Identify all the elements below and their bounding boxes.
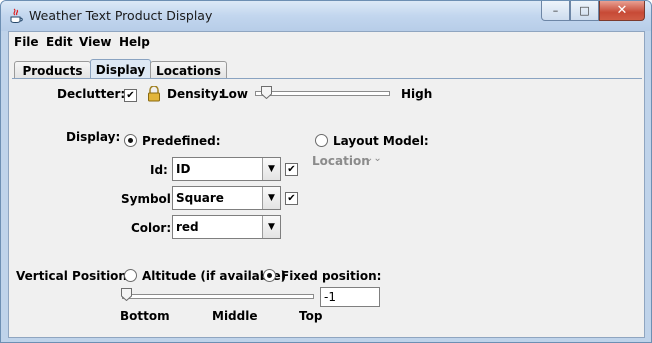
top-label: Top xyxy=(299,309,323,323)
altitude-radio[interactable] xyxy=(124,269,137,282)
location-label: Location xyxy=(312,154,370,168)
density-high-label: High xyxy=(401,87,433,101)
density-slider[interactable] xyxy=(255,91,390,96)
id-combo-value: ID xyxy=(176,162,191,176)
chevron-down-icon[interactable]: ▼ xyxy=(262,187,280,209)
title-bar[interactable]: Weather Text Product Display – □ ✕ xyxy=(1,1,651,31)
bottom-label: Bottom xyxy=(120,309,170,323)
chevron-down-icon[interactable]: ▼ xyxy=(262,216,280,238)
checkmark-icon: ✔ xyxy=(287,193,296,204)
declutter-label: Declutter: xyxy=(57,87,126,101)
close-button[interactable]: ✕ xyxy=(599,1,645,21)
id-combo[interactable]: ID ▼ xyxy=(172,157,281,181)
fixed-position-input[interactable]: -1 xyxy=(320,287,380,307)
fixed-position-radio[interactable] xyxy=(263,269,276,282)
color-combo-value: red xyxy=(176,220,199,234)
color-label: Color: xyxy=(131,221,172,235)
tab-locations-label: Locations xyxy=(156,63,221,78)
lock-icon[interactable] xyxy=(147,86,161,102)
maximize-icon: □ xyxy=(579,4,590,17)
display-label: Display: xyxy=(66,130,121,144)
tab-products[interactable]: Products xyxy=(14,61,91,79)
double-chevron-down-icon[interactable]: ⌄⌄ xyxy=(365,153,382,164)
symbol-checkbox[interactable]: ✔ xyxy=(285,192,298,205)
density-label: Density: xyxy=(167,87,224,101)
symbol-combo[interactable]: Square ▼ xyxy=(172,186,281,210)
predefined-label: Predefined: xyxy=(142,134,221,148)
symbol-combo-value: Square xyxy=(176,191,224,205)
minimize-button[interactable]: – xyxy=(541,1,570,21)
density-slider-thumb[interactable] xyxy=(261,86,272,99)
fixed-position-label: Fixed position: xyxy=(281,269,382,283)
chevron-down-icon[interactable]: ▼ xyxy=(262,158,280,180)
symbol-label: Symbol: xyxy=(121,192,176,206)
client-area: File Edit View Help Products Display Loc… xyxy=(8,31,645,338)
java-icon xyxy=(10,8,23,23)
density-low-label: Low xyxy=(221,87,248,101)
tab-display-label: Display xyxy=(95,62,146,77)
layout-model-radio[interactable] xyxy=(315,134,328,147)
menu-view[interactable]: View xyxy=(79,35,111,49)
color-combo[interactable]: red ▼ xyxy=(172,215,281,239)
checkmark-icon: ✔ xyxy=(126,90,135,101)
app-window: Weather Text Product Display – □ ✕ File … xyxy=(0,0,652,343)
predefined-radio[interactable] xyxy=(124,134,137,147)
id-label: Id: xyxy=(150,163,168,177)
layout-model-label: Layout Model: xyxy=(333,134,429,148)
tab-locations[interactable]: Locations xyxy=(150,61,227,79)
middle-label: Middle xyxy=(212,309,258,323)
vertical-slider-thumb[interactable] xyxy=(121,288,132,301)
tab-display[interactable]: Display xyxy=(90,59,151,79)
maximize-button[interactable]: □ xyxy=(570,1,599,21)
minimize-icon: – xyxy=(552,4,559,17)
close-icon: ✕ xyxy=(616,3,628,18)
tab-divider xyxy=(12,78,642,79)
menu-bar: File Edit View Help xyxy=(9,32,644,53)
vertical-position-label: Vertical Position: xyxy=(16,269,132,283)
vertical-position-slider[interactable] xyxy=(122,294,314,299)
menu-file[interactable]: File xyxy=(14,35,39,49)
declutter-checkbox[interactable]: ✔ xyxy=(124,89,137,102)
checkmark-icon: ✔ xyxy=(287,164,296,175)
id-checkbox[interactable]: ✔ xyxy=(285,163,298,176)
window-title: Weather Text Product Display xyxy=(29,8,213,23)
fixed-position-value: -1 xyxy=(324,290,336,304)
menu-help[interactable]: Help xyxy=(119,35,150,49)
tab-products-label: Products xyxy=(22,63,83,78)
menu-edit[interactable]: Edit xyxy=(46,35,73,49)
